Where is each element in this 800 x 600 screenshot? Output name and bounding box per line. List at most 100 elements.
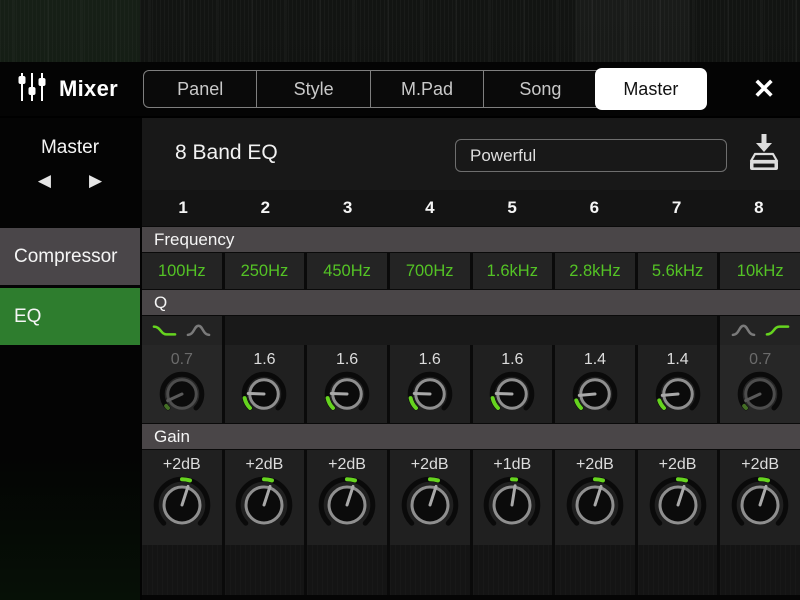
band-number: 5	[471, 190, 553, 226]
frequency-value[interactable]: 250Hz	[225, 253, 305, 289]
tab-master[interactable]: Master	[595, 68, 707, 110]
shelf-high-icon[interactable]	[765, 323, 790, 338]
page-title: 8 Band EQ	[175, 141, 278, 165]
band-number: 6	[553, 190, 635, 226]
panel-bottom-edge	[142, 595, 800, 600]
q-knob[interactable]	[324, 371, 370, 417]
eq-page: 8 Band EQ Powerful 12345678 Frequency 10…	[142, 118, 800, 600]
gain-value: +2dB	[741, 455, 779, 475]
q-knob[interactable]	[737, 371, 783, 417]
q-band-cell: 1.4	[555, 345, 635, 423]
gain-knob[interactable]	[566, 476, 624, 534]
q-value: 0.7	[171, 350, 193, 370]
q-band-cell: 1.6	[307, 345, 387, 423]
gain-band-cell: +1dB	[473, 450, 553, 545]
band-number: 3	[307, 190, 389, 226]
q-band-cell: 1.6	[390, 345, 470, 423]
gain-band-cell: +2dB	[390, 450, 470, 545]
frequency-value[interactable]: 10kHz	[720, 253, 800, 289]
frequency-value[interactable]: 700Hz	[390, 253, 470, 289]
tab-panel[interactable]: Panel	[144, 71, 256, 107]
sidebar-items: CompressorEQ	[0, 228, 140, 345]
gain-value: +2dB	[576, 455, 614, 475]
gain-value: +2dB	[659, 455, 697, 475]
sidebar-item-compressor[interactable]: Compressor	[0, 228, 140, 285]
gain-knob[interactable]	[401, 476, 459, 534]
band-number: 8	[718, 190, 800, 226]
frequency-value[interactable]: 100Hz	[142, 253, 222, 289]
shelf-low-icon[interactable]	[152, 323, 177, 338]
q-band-cell: 1.4	[638, 345, 718, 423]
eq-type-selector[interactable]	[720, 316, 800, 345]
frequency-value[interactable]: 5.6kHz	[638, 253, 718, 289]
save-button[interactable]	[741, 130, 787, 180]
tab-song[interactable]: Song	[483, 71, 596, 107]
band-column-filler	[307, 545, 387, 595]
sidebar-item-eq[interactable]: EQ	[0, 288, 140, 345]
gain-section-bar: Gain	[142, 423, 800, 450]
band-column-filler	[390, 545, 470, 595]
mixer-sliders-icon	[16, 70, 48, 109]
part-selector-label: Master	[0, 137, 140, 159]
band-number: 7	[636, 190, 718, 226]
peak-icon[interactable]	[731, 323, 756, 338]
gain-value: +2dB	[411, 455, 449, 475]
gain-band-cell: +2dB	[225, 450, 305, 545]
band-number-row: 12345678	[142, 190, 800, 226]
gain-band-cell: +2dB	[638, 450, 718, 545]
frequency-value[interactable]: 450Hz	[307, 253, 387, 289]
preset-selector[interactable]: Powerful	[455, 139, 727, 172]
tab-style[interactable]: Style	[256, 71, 369, 107]
tab-mpad[interactable]: M.Pad	[370, 71, 483, 107]
band-column-filler	[142, 545, 222, 595]
q-knob[interactable]	[407, 371, 453, 417]
gain-band-cell: +2dB	[142, 450, 222, 545]
q-value: 1.6	[419, 350, 441, 370]
title-bar: Mixer PanelStyleM.PadSongMaster ✕	[0, 62, 800, 118]
q-knob[interactable]	[572, 371, 618, 417]
q-band-cell: 1.6	[225, 345, 305, 423]
band-column-footer	[142, 545, 800, 595]
gain-value: +1dB	[493, 455, 531, 475]
part-selector: Master ◀ ▶	[0, 118, 140, 228]
gain-knob[interactable]	[153, 476, 211, 534]
q-knob[interactable]	[159, 371, 205, 417]
gain-knob[interactable]	[731, 476, 789, 534]
mixer-tab-bar: PanelStyleM.PadSongMaster	[143, 70, 706, 108]
gain-knob[interactable]	[483, 476, 541, 534]
prev-part-button[interactable]: ◀	[38, 172, 51, 189]
gain-band-cell: +2dB	[720, 450, 800, 545]
band-number: 1	[142, 190, 224, 226]
band-column-filler	[555, 545, 635, 595]
gain-knob[interactable]	[235, 476, 293, 534]
eq-type-selector[interactable]	[142, 316, 222, 345]
q-value: 1.4	[666, 350, 688, 370]
q-band-cell: 0.7	[720, 345, 800, 423]
q-value: 1.6	[501, 350, 523, 370]
gain-band-cell: +2dB	[307, 450, 387, 545]
q-band-cell: 0.7	[142, 345, 222, 423]
q-knob[interactable]	[655, 371, 701, 417]
chassis-texture-left	[0, 0, 140, 62]
frequency-section-bar: Frequency	[142, 226, 800, 253]
gain-knob[interactable]	[318, 476, 376, 534]
chassis-texture-right	[575, 0, 690, 62]
q-row: 0.7 1.6 1.6 1.6 1.6 1.4 1.4 0.7	[142, 345, 800, 423]
frequency-row: 100Hz250Hz450Hz700Hz1.6kHz2.8kHz5.6kHz10…	[142, 253, 800, 289]
peak-icon[interactable]	[186, 323, 211, 338]
q-value: 1.6	[253, 350, 275, 370]
q-band-cell: 1.6	[473, 345, 553, 423]
next-part-button[interactable]: ▶	[89, 172, 102, 189]
q-value: 1.6	[336, 350, 358, 370]
main-panel: Master ◀ ▶ CompressorEQ 8 Band EQ Powerf…	[0, 118, 800, 600]
save-icon	[744, 130, 784, 181]
q-knob[interactable]	[489, 371, 535, 417]
gain-value: +2dB	[163, 455, 201, 475]
frequency-value[interactable]: 1.6kHz	[473, 253, 553, 289]
gain-knob[interactable]	[649, 476, 707, 534]
gain-row: +2dB+2dB+2dB+2dB+1dB+2dB+2dB+2dB	[142, 450, 800, 545]
q-knob[interactable]	[241, 371, 287, 417]
app-brand: Mixer	[16, 62, 118, 116]
close-button[interactable]: ✕	[740, 62, 788, 116]
frequency-value[interactable]: 2.8kHz	[555, 253, 635, 289]
